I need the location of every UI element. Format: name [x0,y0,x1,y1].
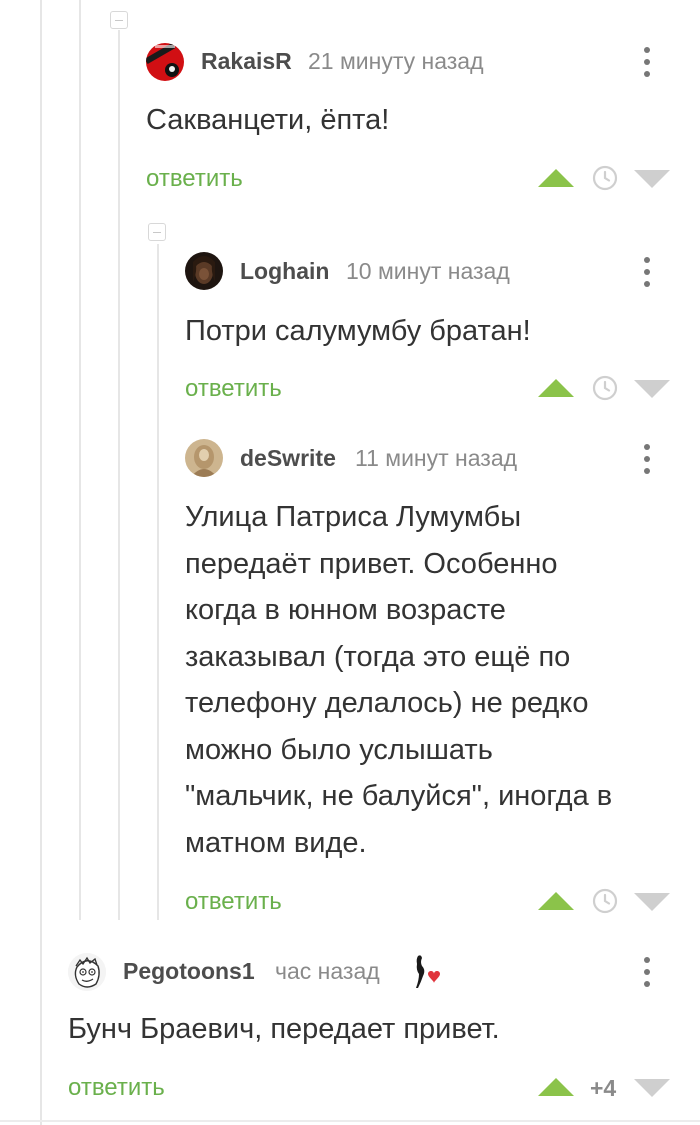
more-options-icon[interactable] [642,955,652,989]
comment-text-line: Бунч Браевич, передает привет. [68,1013,500,1045]
more-options-icon[interactable] [642,255,652,289]
comment-time[interactable]: 10 минут назад [346,258,510,285]
downvote-icon[interactable] [634,170,670,188]
comment-text-line: заказывал (тогда это ещё по [185,640,571,673]
reply-button[interactable]: ответить [68,1074,165,1102]
collapse-thread-button[interactable] [148,223,166,241]
cartoon-face-avatar-icon[interactable] [68,953,106,991]
comment-text-line: можно было услышать [185,733,493,766]
thread-line [118,30,120,920]
comment-author[interactable]: RakaisR [201,48,292,75]
comment-text-line: матном виде. [185,826,367,859]
clock-icon[interactable] [592,888,618,914]
comment-text-line: когда в юнном возрасте [185,594,506,626]
sepia-avatar-icon[interactable] [185,439,223,477]
upvote-icon[interactable] [538,1078,574,1096]
reply-button[interactable]: ответить [146,165,243,193]
comment-text-line: телефону делалось) не редко [185,687,589,719]
comment-text: Бунч Браевич, передает привет. [68,1006,500,1053]
more-options-icon[interactable] [642,45,652,79]
comment-text-line: Сакванцети, ёпта! [146,104,390,136]
comment-author[interactable]: deSwrite [240,445,336,472]
comment-text: Улица Патриса Лумумбы передаёт привет. О… [185,494,612,866]
reply-button[interactable]: ответить [185,888,282,916]
heart-badge-icon [416,955,440,988]
upvote-icon[interactable] [538,892,574,910]
comment-text-line: передаёт привет. Особенно [185,547,558,580]
comment-text-line: Потри салумумбу братан! [185,315,531,347]
downvote-icon[interactable] [634,1079,670,1097]
comment-time[interactable]: час назад [275,958,380,985]
thread-line [157,244,159,920]
more-options-icon[interactable] [642,442,652,476]
collapse-thread-button[interactable] [110,11,128,29]
comment-time[interactable]: 11 минут назад [355,445,517,472]
comment-text: Сакванцети, ёпта! [146,97,389,144]
comment-text-line: "мальчик, не балуйся", иногда в [185,780,613,812]
comment-rating: +4 [590,1075,617,1101]
upvote-icon[interactable] [538,169,574,187]
thread-line [40,0,42,1125]
comment-author[interactable]: Pegotoons1 [123,958,255,985]
comment-text-line: Улица Патриса Лумумбы [185,501,522,533]
clock-icon[interactable] [592,375,618,401]
dark-portrait-avatar-icon[interactable] [185,252,223,290]
upvote-icon[interactable] [538,379,574,397]
clock-icon[interactable] [592,165,618,191]
downvote-icon[interactable] [634,380,670,398]
thread-line [79,0,81,920]
reply-button[interactable]: ответить [185,375,282,403]
downvote-icon[interactable] [634,893,670,911]
comment-text: Потри салумумбу братан! [185,308,531,355]
comment-time[interactable]: 21 минуту назад [308,48,484,75]
divider [0,1120,700,1122]
red-avatar-icon[interactable] [146,43,184,81]
comment-author[interactable]: Loghain [240,258,329,285]
